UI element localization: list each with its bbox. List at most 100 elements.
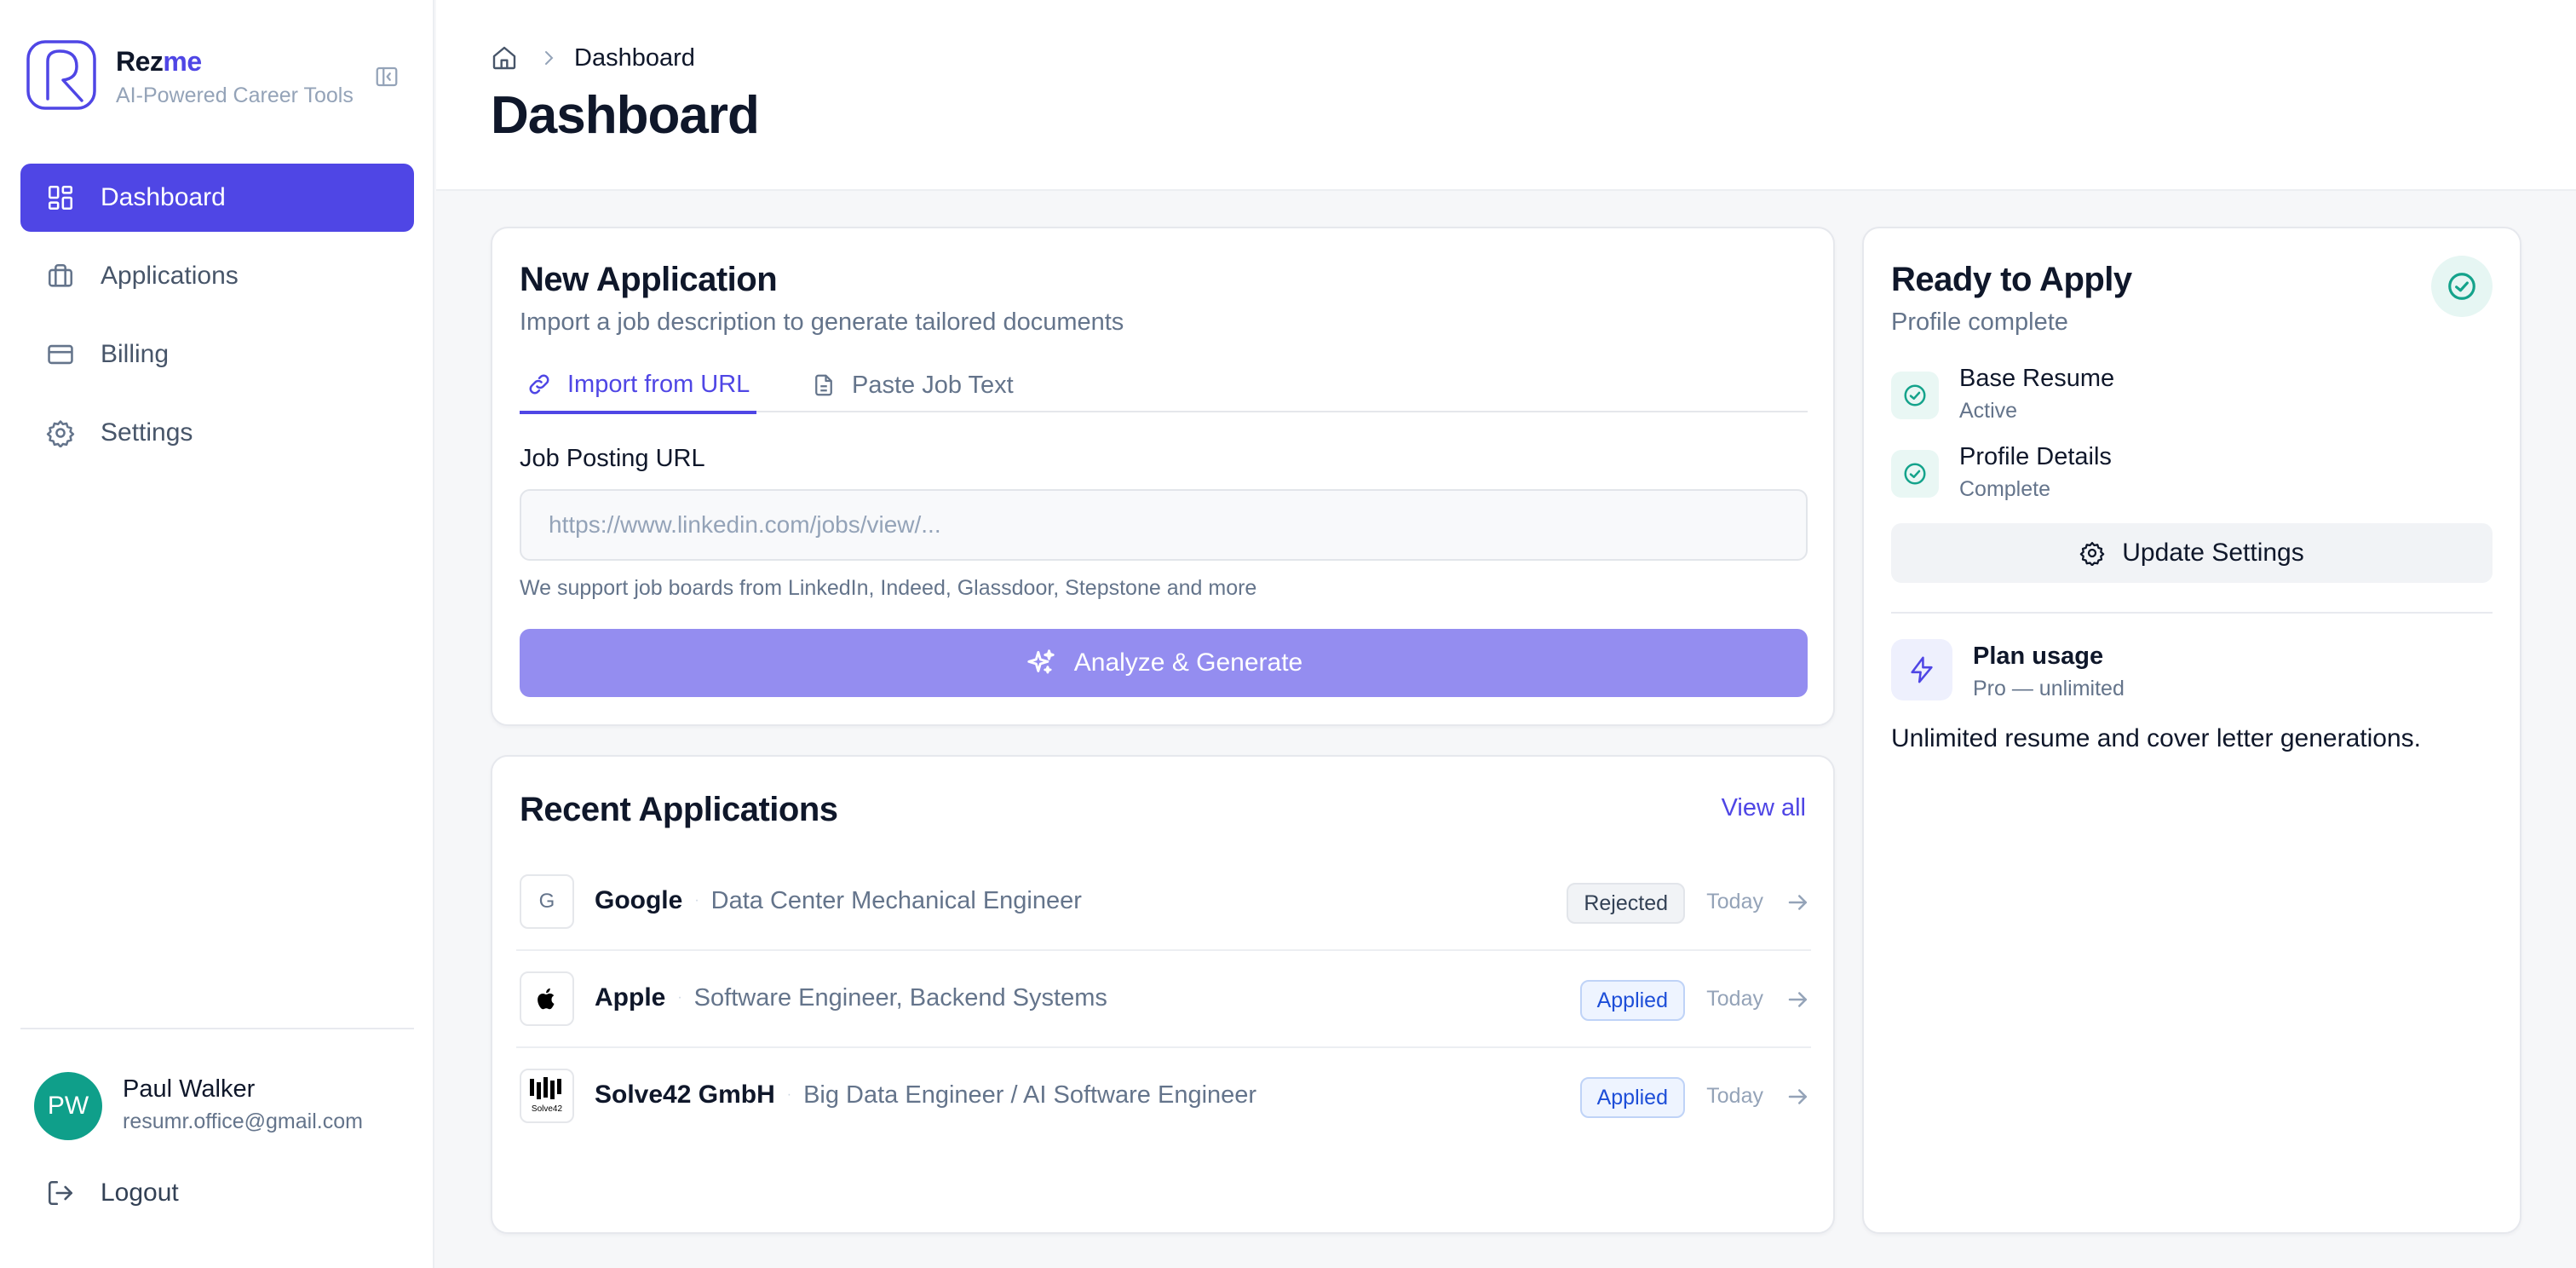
rezme-logo-icon [26, 39, 97, 111]
check-circle-icon [1891, 372, 1939, 419]
status-value: Complete [1959, 477, 2050, 501]
import-tabs: Import from URL Paste Job Text [520, 358, 1808, 414]
lightning-icon [1891, 639, 1952, 700]
link-icon [526, 372, 552, 397]
arrow-right-icon[interactable] [1785, 987, 1811, 1012]
page-title: Dashboard [491, 86, 760, 145]
credit-card-icon [46, 340, 75, 369]
separator-dot: · [694, 893, 699, 908]
table-row[interactable]: G Google · Data Center Mechanical Engine… [516, 854, 1811, 951]
analyze-generate-label: Analyze & Generate [1073, 648, 1303, 677]
company-name: Google [595, 886, 683, 914]
chevron-right-icon [538, 48, 559, 68]
svg-text:Solve42: Solve42 [532, 1104, 563, 1114]
tab-label: Import from URL [567, 370, 750, 398]
view-all-link[interactable]: View all [1722, 794, 1806, 822]
gear-icon [46, 418, 75, 447]
sidebar-item-applications[interactable]: Applications [20, 242, 414, 310]
tab-paste-job-text[interactable]: Paste Job Text [804, 358, 1021, 412]
sidebar-divider [20, 1028, 414, 1029]
arrow-right-icon[interactable] [1785, 890, 1811, 915]
application-date: Today [1706, 987, 1763, 1011]
job-url-input[interactable] [520, 489, 1808, 561]
new-application-title: New Application [520, 261, 778, 298]
logout-button[interactable]: Logout [46, 1176, 179, 1210]
ready-divider [1891, 612, 2493, 614]
recent-applications-list: G Google · Data Center Mechanical Engine… [516, 854, 1811, 1145]
tab-label: Paste Job Text [852, 371, 1014, 399]
plan-usage-title: Plan usage [1973, 643, 2104, 670]
status-profile-details: Profile Details Complete [1891, 443, 2487, 511]
sidebar-item-label: Settings [101, 418, 193, 447]
ready-subtitle: Profile complete [1891, 308, 2068, 336]
status-name: Profile Details [1959, 443, 2112, 470]
brand-name-main: Rez [116, 46, 164, 77]
new-application-subtitle: Import a job description to generate tai… [520, 308, 1124, 336]
logout-icon [46, 1179, 75, 1207]
job-url-label: Job Posting URL [520, 445, 705, 472]
status-value: Active [1959, 399, 2018, 423]
gear-icon [2079, 540, 2105, 566]
recent-applications-card: Recent Applications View all G Google · … [491, 755, 1835, 1234]
sidebar-item-dashboard[interactable]: Dashboard [20, 164, 414, 232]
sidebar-item-settings[interactable]: Settings [20, 399, 414, 467]
status-badge: Rejected [1567, 883, 1685, 924]
check-circle-icon [1891, 450, 1939, 498]
job-role: Software Engineer, Backend Systems [693, 983, 1107, 1012]
page-header: Dashboard Dashboard [436, 0, 2576, 191]
apple-logo-icon [520, 971, 574, 1026]
tab-import-from-url[interactable]: Import from URL [520, 358, 757, 414]
breadcrumb-current: Dashboard [574, 43, 695, 72]
sidebar: Rezme AI-Powered Career Tools Dashboard … [0, 0, 434, 1268]
company-name: Solve42 GmbH [595, 1081, 775, 1109]
supported-boards-hint: We support job boards from LinkedIn, Ind… [520, 576, 1257, 600]
brand-name-accent: me [163, 46, 202, 77]
table-row[interactable]: Apple · Software Engineer, Backend Syste… [516, 951, 1811, 1048]
check-circle-icon [2431, 256, 2493, 317]
user-name: Paul Walker [123, 1075, 256, 1103]
brand-tagline: AI-Powered Career Tools [116, 84, 354, 107]
sidebar-item-label: Applications [101, 262, 239, 290]
sparkles-icon [1025, 647, 1057, 679]
sidebar-item-label: Dashboard [101, 183, 226, 211]
separator-dot: · [677, 990, 682, 1005]
sidebar-nav: Dashboard Applications Billing Settings [20, 164, 414, 477]
update-settings-label: Update Settings [2122, 539, 2304, 567]
briefcase-icon [46, 262, 75, 291]
company-name: Apple [595, 983, 666, 1012]
analyze-generate-button[interactable]: Analyze & Generate [520, 629, 1808, 697]
plan-description: Unlimited resume and cover letter genera… [1891, 724, 2421, 752]
application-date: Today [1706, 1084, 1763, 1108]
company-logo: G [520, 874, 574, 929]
home-icon[interactable] [491, 44, 518, 72]
job-role: Data Center Mechanical Engineer [710, 886, 1082, 914]
avatar: PW [34, 1072, 102, 1140]
arrow-right-icon[interactable] [1785, 1084, 1811, 1110]
status-badge: Applied [1579, 980, 1685, 1021]
sidebar-item-billing[interactable]: Billing [20, 320, 414, 389]
document-icon [811, 372, 837, 398]
solve42-logo-icon: Solve42 [520, 1069, 574, 1123]
brand-name: Rezme [116, 46, 202, 78]
recent-applications-title: Recent Applications [520, 791, 838, 828]
dashboard-grid-icon [46, 183, 75, 212]
status-name: Base Resume [1959, 365, 2115, 392]
job-role: Big Data Engineer / AI Software Engineer [803, 1081, 1257, 1109]
breadcrumb: Dashboard [491, 41, 695, 75]
sidebar-item-label: Billing [101, 340, 170, 368]
update-settings-button[interactable]: Update Settings [1891, 523, 2493, 583]
status-badge: Applied [1579, 1077, 1685, 1118]
separator-dot: · [786, 1087, 792, 1102]
sidebar-collapse-icon[interactable] [370, 60, 404, 94]
logout-label: Logout [101, 1179, 179, 1207]
new-application-card: New Application Import a job description… [491, 227, 1835, 726]
application-date: Today [1706, 890, 1763, 914]
plan-usage-subtitle: Pro — unlimited [1973, 677, 2125, 700]
user-profile[interactable]: PW Paul Walker resumr.office@gmail.com [34, 1070, 409, 1147]
ready-title: Ready to Apply [1891, 261, 2132, 298]
user-email: resumr.office@gmail.com [123, 1110, 363, 1133]
status-base-resume: Base Resume Active [1891, 365, 2487, 433]
ready-to-apply-card: Ready to Apply Profile complete Base Res… [1862, 227, 2521, 1234]
table-row[interactable]: Solve42 Solve42 GmbH · Big Data Engineer… [516, 1048, 1811, 1145]
brand[interactable]: Rezme AI-Powered Career Tools [26, 37, 409, 114]
